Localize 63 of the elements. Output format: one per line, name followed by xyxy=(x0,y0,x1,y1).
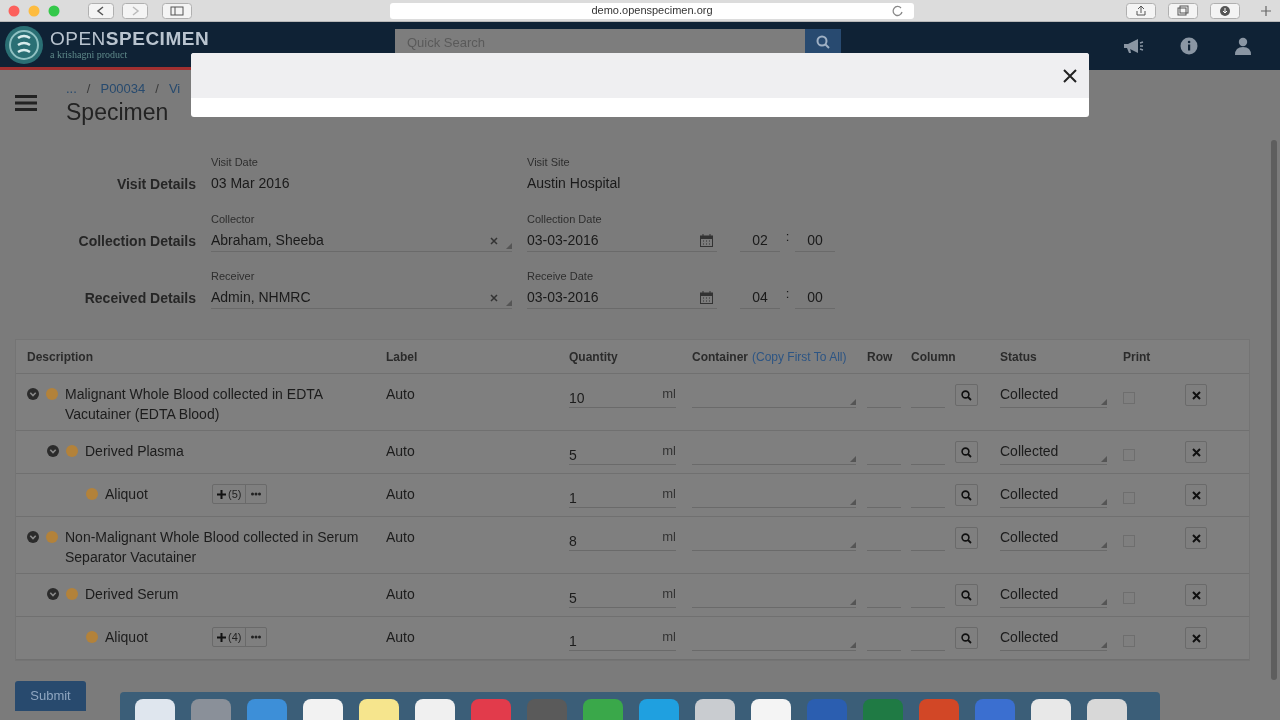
field-label: Visit Site xyxy=(527,154,571,170)
brand-name: OPENSPECIMEN xyxy=(50,28,210,49)
field-label: Receive Date xyxy=(527,268,595,284)
field-value: Austin Hospital xyxy=(527,174,622,193)
submit-button[interactable]: Submit xyxy=(15,681,86,711)
specimen-description: Derived Plasma xyxy=(85,442,185,461)
quantity-field[interactable]: 1 ml xyxy=(569,484,676,508)
status-dropdown[interactable]: Collected xyxy=(1000,484,1107,508)
field-label: Collector xyxy=(211,211,256,227)
breadcrumb-link[interactable]: Vi xyxy=(168,79,181,99)
minute-field[interactable]: 00 xyxy=(795,287,835,309)
dropdown-field[interactable]: Abraham, Sheeba xyxy=(211,230,512,252)
field-label: Receiver xyxy=(211,268,256,284)
specimen-description: Aliquot xyxy=(105,628,149,647)
status-dropdown[interactable]: Collected xyxy=(1000,441,1107,465)
section-heading: Visit Details xyxy=(115,175,196,194)
breadcrumb-separator: / xyxy=(86,80,91,99)
label-cell-text: Auto xyxy=(386,585,416,604)
brand-tagline: a krishagni product xyxy=(50,48,129,61)
hour-field[interactable]: 04 xyxy=(740,287,780,309)
column-header: Container xyxy=(692,348,748,366)
specimen-description: Non-Malignant Whole Blood collected in Serum Separator Vacutainer xyxy=(65,528,360,567)
page-title: Specimen xyxy=(66,98,169,126)
column-header: Status xyxy=(1000,348,1037,366)
column-header: Quantity xyxy=(569,348,618,366)
status-dropdown[interactable]: Collected xyxy=(1000,627,1107,651)
column-header: Print xyxy=(1123,348,1151,366)
date-field[interactable]: 03-03-2016 xyxy=(527,230,717,252)
specimen-description: Derived Serum xyxy=(85,585,180,604)
column-header: Label xyxy=(386,348,418,366)
hour-field[interactable]: 02 xyxy=(740,230,780,252)
quantity-field[interactable]: 1 ml xyxy=(569,627,676,651)
status-dropdown[interactable]: Collected xyxy=(1000,527,1107,551)
quantity-field[interactable]: 8 ml xyxy=(569,527,676,551)
column-header: Column xyxy=(911,348,956,366)
quantity-field[interactable]: 5 ml xyxy=(569,441,676,465)
label-cell-text: Auto xyxy=(386,442,416,461)
specimen-description: Malignant Whole Blood collected in EDTA Vacutainer (EDTA Blood) xyxy=(65,385,324,424)
field-label: Visit Date xyxy=(211,154,259,170)
specimen-description: Aliquot xyxy=(105,485,149,504)
column-header: Description xyxy=(27,348,93,366)
status-dropdown[interactable]: Collected xyxy=(1000,384,1107,408)
minute-field[interactable]: 00 xyxy=(795,230,835,252)
status-dropdown[interactable]: Collected xyxy=(1000,584,1107,608)
label-cell-text: Auto xyxy=(386,485,416,504)
breadcrumb-link[interactable]: P00034 xyxy=(100,79,146,99)
field-label: Collection Date xyxy=(527,211,603,227)
time-separator: : xyxy=(784,228,791,247)
label-cell-text: Auto xyxy=(386,385,416,404)
address-bar[interactable]: demo.openspecimen.org xyxy=(390,2,914,19)
label-cell-text: Auto xyxy=(386,628,416,647)
section-heading: Collection Details xyxy=(77,232,196,251)
breadcrumb-link[interactable]: ... xyxy=(66,79,77,99)
label-cell-text: Auto xyxy=(386,528,416,547)
quantity-field[interactable]: 10 ml xyxy=(569,384,676,408)
date-field[interactable]: 03-03-2016 xyxy=(527,287,717,309)
breadcrumb-separator: / xyxy=(155,80,159,99)
time-separator: : xyxy=(784,285,791,304)
dropdown-field[interactable]: Admin, NHMRC xyxy=(211,287,512,309)
section-heading: Received Details xyxy=(83,289,196,308)
quantity-field[interactable]: 5 ml xyxy=(569,584,676,608)
column-header: Row xyxy=(867,348,893,366)
field-value: 03 Mar 2016 xyxy=(211,174,291,193)
